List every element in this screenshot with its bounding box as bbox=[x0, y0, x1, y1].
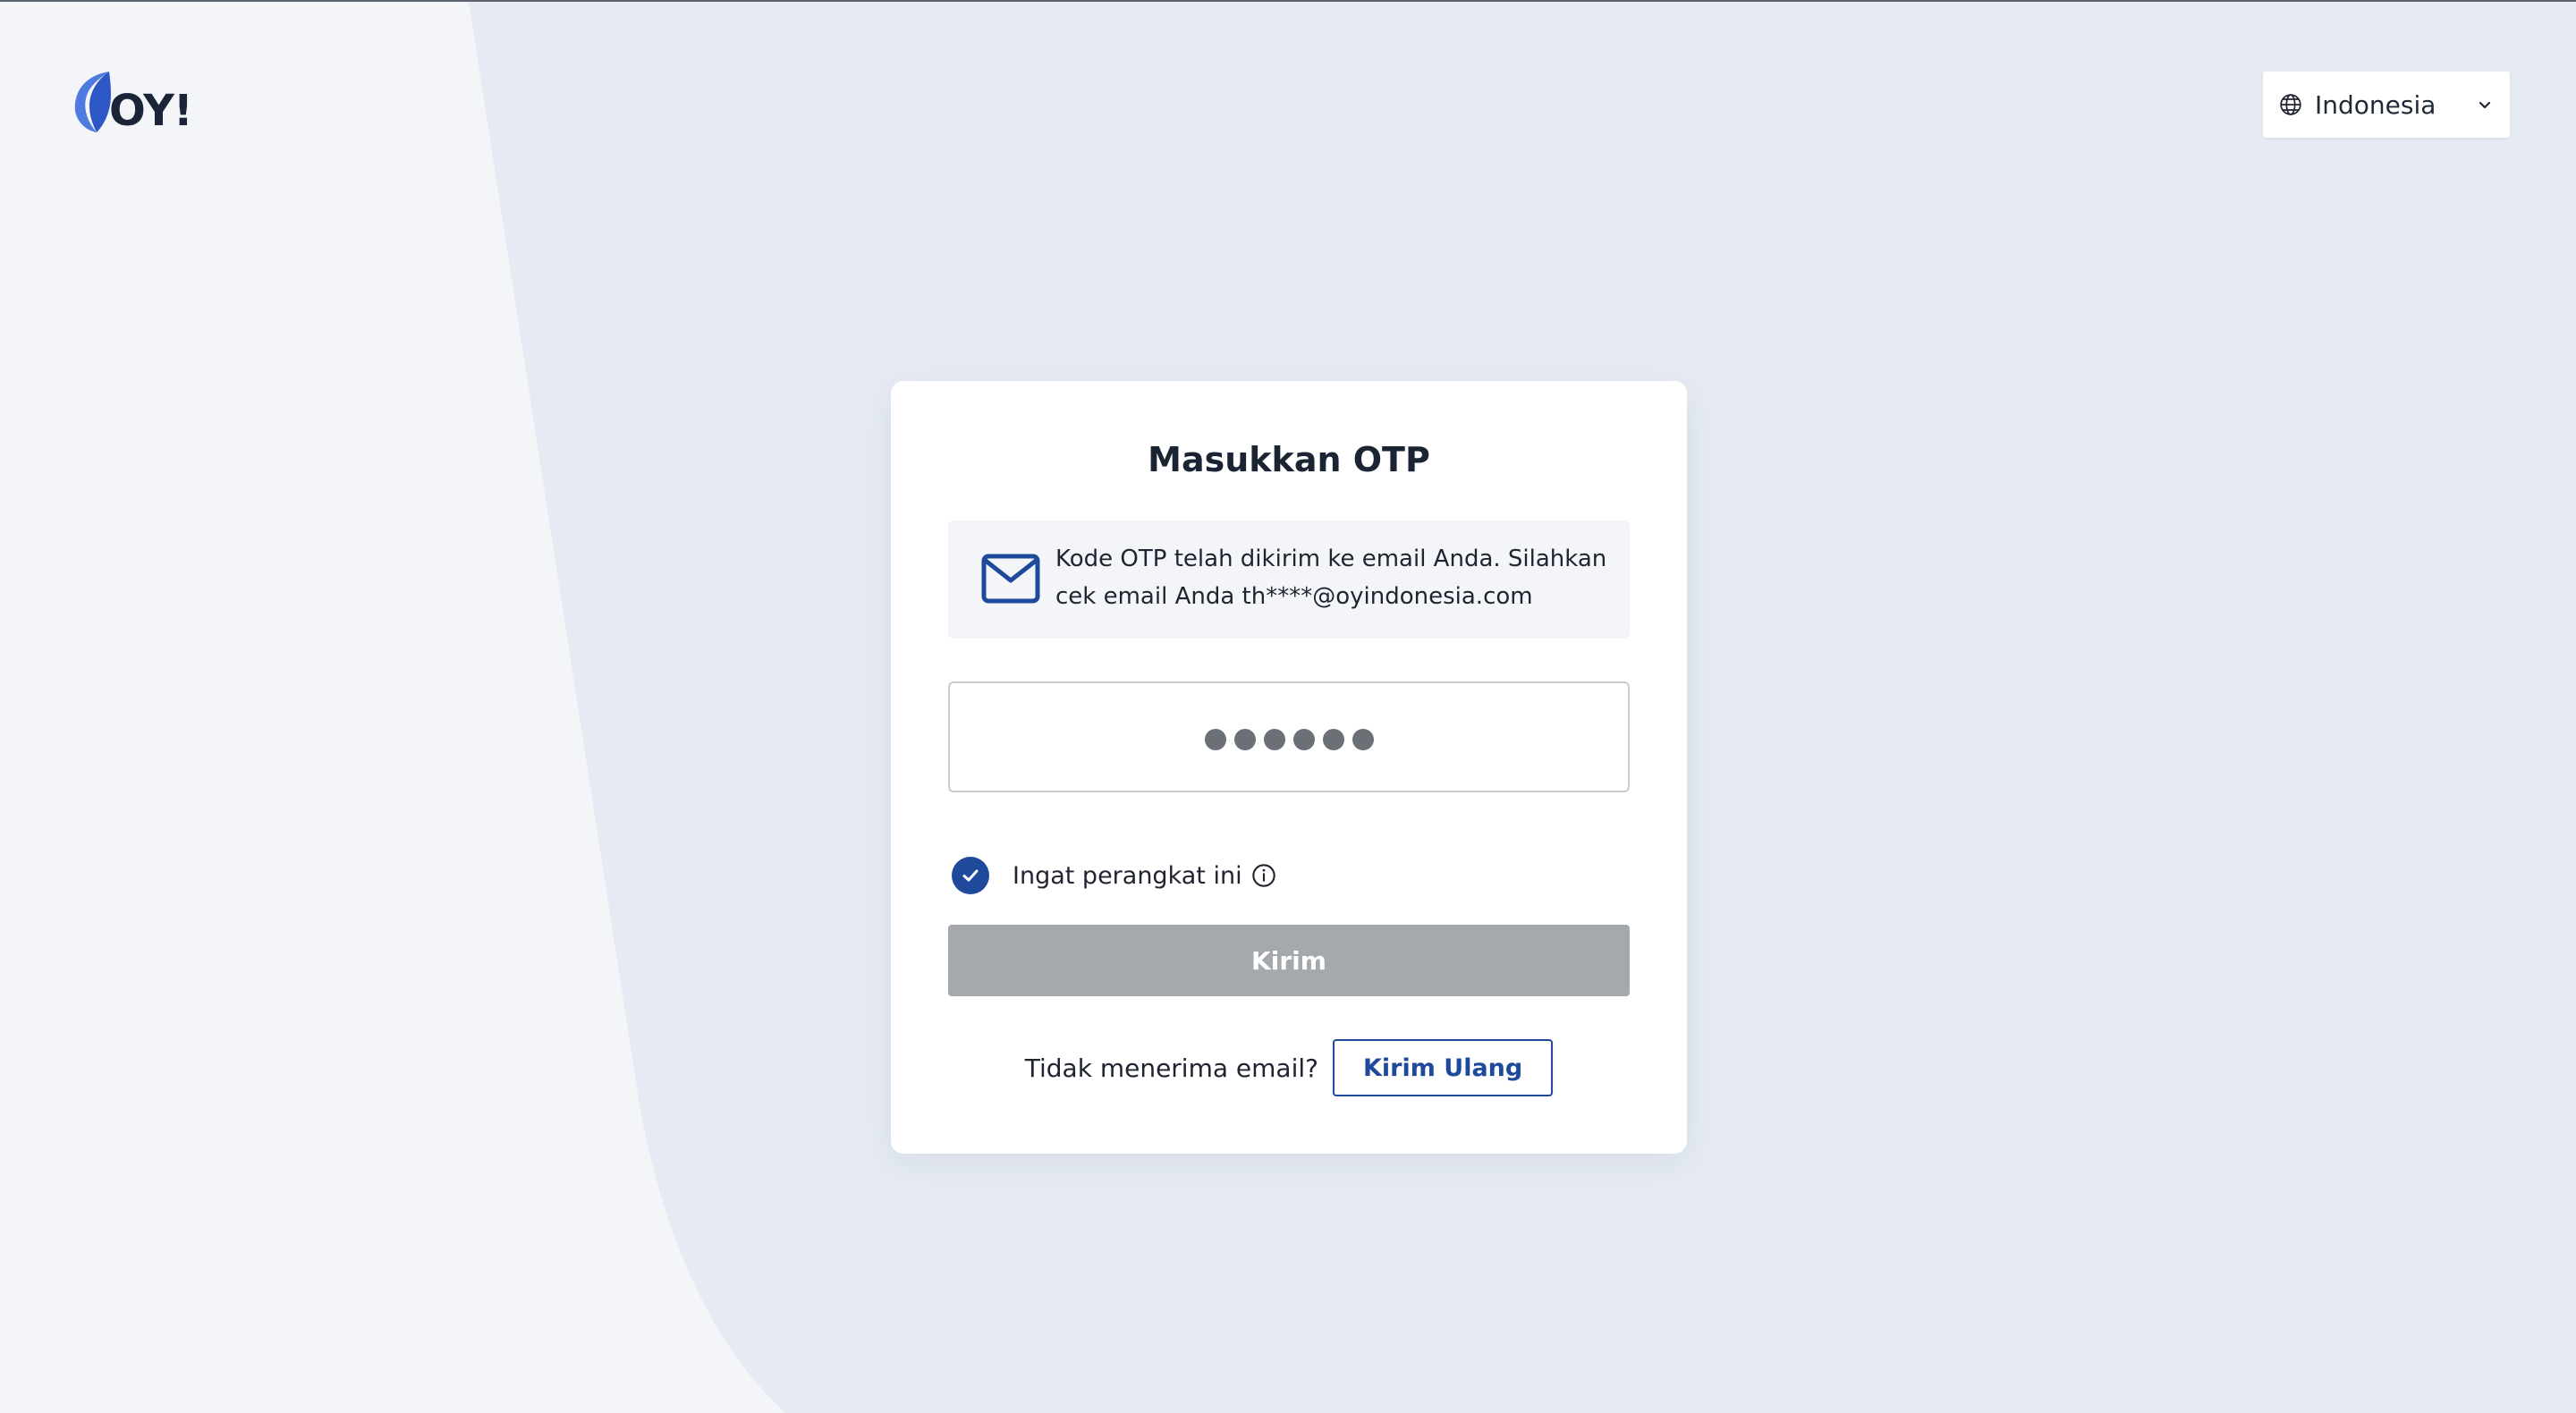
remember-device-row: Ingat perangkat ini bbox=[948, 857, 1276, 894]
submit-button[interactable]: Kirim bbox=[948, 925, 1630, 996]
notice-text: Kode OTP telah dikirim ke email Anda. Si… bbox=[1055, 546, 1607, 610]
language-select[interactable]: Indonesia bbox=[2263, 72, 2510, 138]
check-icon bbox=[962, 869, 979, 882]
brand-logo: OY! bbox=[66, 70, 193, 138]
otp-dot bbox=[1352, 729, 1374, 750]
globe-icon bbox=[2280, 94, 2301, 115]
info-icon[interactable] bbox=[1251, 863, 1276, 888]
resend-row: Tidak menerima email? Kirim Ulang bbox=[891, 1039, 1687, 1096]
resend-prompt: Tidak menerima email? bbox=[1024, 1053, 1318, 1083]
language-label: Indonesia bbox=[2315, 89, 2436, 120]
page-title: Masukkan OTP bbox=[1148, 440, 1430, 479]
otp-dot bbox=[1263, 729, 1285, 750]
otp-dot bbox=[1292, 729, 1315, 750]
otp-masked-value bbox=[1204, 729, 1374, 750]
leaf-logo-icon bbox=[74, 72, 111, 132]
remember-device-label: Ingat perangkat ini bbox=[1013, 861, 1242, 890]
otp-dot bbox=[1204, 729, 1226, 750]
otp-dot bbox=[1322, 729, 1344, 750]
otp-dot bbox=[1233, 729, 1256, 750]
resend-button[interactable]: Kirim Ulang bbox=[1333, 1039, 1554, 1096]
otp-card: Masukkan OTP Kode OTP telah dikirim ke e… bbox=[891, 381, 1687, 1154]
mail-icon bbox=[981, 554, 1040, 604]
chevron-down-icon bbox=[2479, 101, 2491, 109]
otp-input[interactable] bbox=[948, 681, 1630, 792]
logo-text: OY! bbox=[109, 86, 193, 136]
otp-notice: Kode OTP telah dikirim ke email Anda. Si… bbox=[948, 520, 1630, 639]
remember-device-checkbox[interactable] bbox=[952, 857, 989, 894]
